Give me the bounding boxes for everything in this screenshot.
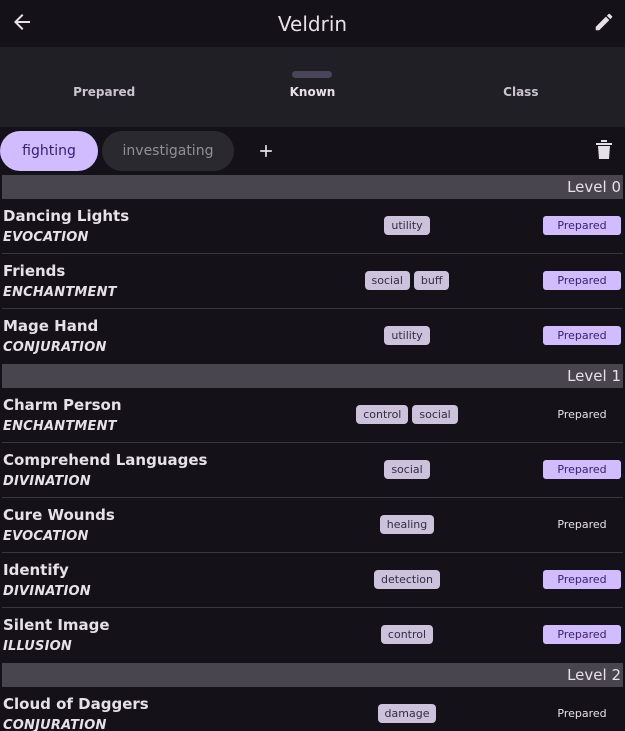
level-label: Level 0 <box>567 178 621 196</box>
spell-row[interactable]: Cloud of Daggers CONJURATION damage Prep… <box>2 687 623 731</box>
plus-icon[interactable] <box>256 141 276 161</box>
page-title: Veldrin <box>277 11 348 36</box>
spell-name: Friends <box>3 262 66 280</box>
spell-tag: damage <box>377 704 437 723</box>
spell-row[interactable]: Charm Person ENCHANTMENT control social … <box>2 388 623 443</box>
spell-school: ILLUSION <box>3 639 72 654</box>
filter-chip-investigating[interactable]: investigating <box>102 131 234 171</box>
level-label: Level 1 <box>567 367 621 385</box>
tab-bar: Prepared Known Class <box>0 47 625 127</box>
spell-row[interactable]: Silent Image ILLUSION control Prepared <box>2 608 623 663</box>
spell-tag: social <box>384 460 430 479</box>
spell-school: DIVINATION <box>3 474 91 489</box>
spell-name: Silent Image <box>3 616 110 634</box>
spell-row[interactable]: Identify DIVINATION detection Prepared <box>2 553 623 608</box>
prepared-toggle[interactable]: Prepared <box>543 405 621 424</box>
spell-school: CONJURATION <box>3 340 107 355</box>
prepared-toggle[interactable]: Prepared <box>543 460 621 479</box>
prepared-toggle[interactable]: Prepared <box>543 326 621 345</box>
level-header: Level 2 <box>2 663 623 687</box>
spell-row[interactable]: Comprehend Languages DIVINATION social P… <box>2 443 623 498</box>
spell-tag: detection <box>374 570 440 589</box>
spell-tag: buff <box>413 271 450 290</box>
prepared-toggle[interactable]: Prepared <box>543 570 621 589</box>
spell-school: ENCHANTMENT <box>3 285 117 300</box>
spell-tag: control <box>356 405 409 424</box>
spell-tag: healing <box>379 515 435 534</box>
spell-name: Mage Hand <box>3 317 99 335</box>
spell-school: CONJURATION <box>3 718 107 731</box>
tab-class[interactable]: Class <box>417 47 625 127</box>
level-header: Level 0 <box>2 175 623 199</box>
spell-row[interactable]: Friends ENCHANTMENT social buff Prepared <box>2 254 623 309</box>
spell-name: Charm Person <box>3 396 122 414</box>
filter-chip-bar: fighting investigating <box>0 127 625 175</box>
level-header: Level 1 <box>2 364 623 388</box>
spell-school: EVOCATION <box>3 230 89 245</box>
filter-chip-fighting[interactable]: fighting <box>0 131 98 171</box>
spell-row[interactable]: Cure Wounds EVOCATION healing Prepared <box>2 498 623 553</box>
spell-school: DIVINATION <box>3 584 91 599</box>
trash-icon[interactable] <box>595 139 613 159</box>
spell-row[interactable]: Mage Hand CONJURATION utility Prepared <box>2 309 623 364</box>
spell-name: Dancing Lights <box>3 207 130 225</box>
spell-name: Identify <box>3 561 69 579</box>
tab-label: Prepared <box>73 85 136 99</box>
spell-tag: social <box>412 405 458 424</box>
level-label: Level 2 <box>567 666 621 684</box>
tab-known[interactable]: Known <box>208 47 416 127</box>
spell-list: Level 0 Dancing Lights EVOCATION utility… <box>0 175 625 731</box>
spell-school: ENCHANTMENT <box>3 419 117 434</box>
arrow-left-icon[interactable] <box>10 10 34 34</box>
spell-tag: utility <box>384 216 430 235</box>
pencil-icon[interactable] <box>593 11 615 33</box>
spell-name: Cloud of Daggers <box>3 695 149 713</box>
spell-name: Cure Wounds <box>3 506 115 524</box>
tab-prepared[interactable]: Prepared <box>0 47 208 127</box>
spell-tag: social <box>364 271 410 290</box>
spell-name: Comprehend Languages <box>3 451 208 469</box>
spell-tag: utility <box>384 326 430 345</box>
prepared-toggle[interactable]: Prepared <box>543 704 621 723</box>
tab-label: Known <box>289 85 336 99</box>
tab-label: Class <box>503 85 539 99</box>
app-bar: Veldrin <box>0 0 625 47</box>
spell-tag: control <box>380 625 434 644</box>
prepared-toggle[interactable]: Prepared <box>543 271 621 290</box>
spell-school: EVOCATION <box>3 529 89 544</box>
prepared-toggle[interactable]: Prepared <box>543 515 621 534</box>
spell-row[interactable]: Dancing Lights EVOCATION utility Prepare… <box>2 199 623 254</box>
active-tab-indicator <box>292 71 333 78</box>
prepared-toggle[interactable]: Prepared <box>543 216 621 235</box>
prepared-toggle[interactable]: Prepared <box>543 625 621 644</box>
